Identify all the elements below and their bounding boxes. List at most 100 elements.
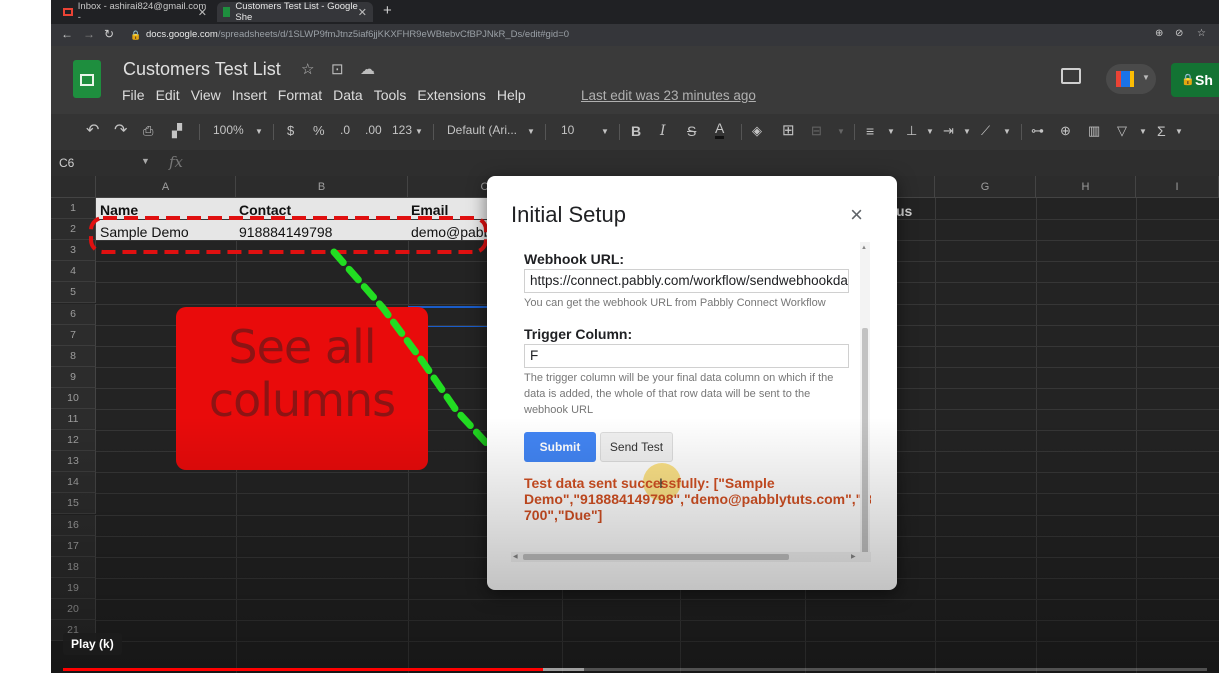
cell-b1[interactable]: Contact: [239, 202, 291, 218]
row-header[interactable]: 7: [51, 324, 96, 346]
share-button[interactable]: 🔒 Sh: [1171, 63, 1219, 97]
zoom-icon[interactable]: ⊕: [1155, 28, 1163, 39]
meet-button[interactable]: ▼: [1106, 64, 1156, 94]
submit-button[interactable]: Submit: [524, 432, 596, 462]
undo-icon[interactable]: ↶: [86, 120, 99, 140]
merge-cells-icon[interactable]: ⊟: [811, 123, 822, 139]
url-field[interactable]: docs.google.com/spreadsheets/d/1SLWP9fmJ…: [146, 29, 569, 40]
horizontal-scrollbar[interactable]: ◀ ▶: [511, 552, 871, 562]
row-header[interactable]: 16: [51, 514, 96, 536]
tab-sheets[interactable]: Customers Test List - Google She ✕: [217, 1, 373, 23]
borders-icon[interactable]: ⊞: [782, 121, 795, 139]
video-progress-bar[interactable]: [63, 668, 1207, 671]
functions-icon[interactable]: Σ: [1157, 123, 1166, 139]
text-color-button[interactable]: A: [715, 120, 725, 139]
scroll-left-icon[interactable]: ◀: [513, 553, 518, 560]
strikethrough-button[interactable]: S: [687, 123, 696, 139]
row-header[interactable]: 9: [51, 366, 96, 388]
cell-a1[interactable]: Name: [100, 202, 138, 218]
menu-file[interactable]: File: [122, 87, 145, 103]
paint-format-icon[interactable]: ▞: [172, 123, 182, 139]
print-icon[interactable]: ⎙: [143, 123, 153, 139]
zoom-select[interactable]: 100%: [213, 123, 244, 137]
lock-icon[interactable]: 🔒: [130, 30, 141, 41]
row-header[interactable]: 6: [51, 303, 96, 325]
column-header[interactable]: G: [935, 176, 1036, 198]
row-header[interactable]: 8: [51, 345, 96, 367]
row-header[interactable]: 19: [51, 577, 96, 599]
decrease-decimal-button[interactable]: .0: [340, 123, 350, 137]
scrollbar-thumb[interactable]: [862, 328, 868, 554]
menu-data[interactable]: Data: [333, 87, 363, 103]
menu-insert[interactable]: Insert: [232, 87, 267, 103]
row-header[interactable]: 18: [51, 556, 96, 578]
document-title[interactable]: Customers Test List: [123, 59, 281, 80]
text-rotation-icon[interactable]: ⟋: [981, 123, 990, 139]
text-wrap-icon[interactable]: ⇥: [943, 123, 954, 139]
insert-comment-icon[interactable]: ⊕: [1060, 123, 1071, 139]
menu-view[interactable]: View: [191, 87, 221, 103]
vertical-scrollbar[interactable]: ▲ ▼: [860, 242, 870, 562]
currency-format-button[interactable]: $: [287, 123, 294, 138]
scroll-up-icon[interactable]: ▲: [861, 245, 867, 251]
cell-b2[interactable]: 918884149798: [239, 224, 332, 240]
row-header[interactable]: 10: [51, 387, 96, 409]
close-tab-icon[interactable]: ✕: [198, 6, 207, 19]
bookmark-star-icon[interactable]: ☆: [1197, 28, 1206, 39]
align-vertical-icon[interactable]: ⊥: [906, 123, 917, 139]
select-all-corner[interactable]: [51, 176, 96, 198]
increase-decimal-button[interactable]: .00: [365, 123, 382, 137]
row-header[interactable]: 15: [51, 493, 96, 515]
menu-edit[interactable]: Edit: [156, 87, 180, 103]
cell-a2[interactable]: Sample Demo: [100, 224, 189, 240]
row-header[interactable]: 20: [51, 598, 96, 620]
sheets-logo-icon[interactable]: [73, 60, 101, 98]
close-tab-icon[interactable]: ✕: [358, 6, 367, 19]
cell-c1[interactable]: Email: [411, 202, 448, 218]
cloud-status-icon[interactable]: ☁: [360, 60, 375, 78]
column-header[interactable]: A: [96, 176, 236, 198]
row-header[interactable]: 12: [51, 430, 96, 452]
last-edit-link[interactable]: Last edit was 23 minutes ago: [581, 88, 756, 103]
menu-format[interactable]: Format: [278, 87, 322, 103]
italic-button[interactable]: I: [660, 123, 666, 139]
bold-button[interactable]: B: [631, 123, 641, 139]
column-header[interactable]: I: [1136, 176, 1219, 198]
more-formats-button[interactable]: 123: [392, 123, 412, 137]
font-select[interactable]: Default (Ari...: [447, 123, 517, 137]
send-test-button[interactable]: Send Test: [600, 432, 673, 462]
row-header[interactable]: 13: [51, 451, 96, 473]
menu-tools[interactable]: Tools: [374, 87, 407, 103]
row-header[interactable]: 11: [51, 409, 96, 431]
font-size-select[interactable]: 10: [561, 123, 574, 137]
row-header[interactable]: 17: [51, 535, 96, 557]
fill-color-icon[interactable]: ◈: [752, 123, 762, 139]
row-header[interactable]: 1: [51, 198, 96, 220]
row-header[interactable]: 4: [51, 261, 96, 283]
row-header[interactable]: 5: [51, 282, 96, 304]
row-header[interactable]: 3: [51, 240, 96, 262]
filter-icon[interactable]: ▽: [1117, 123, 1127, 139]
trigger-column-input[interactable]: F: [524, 344, 849, 368]
webhook-url-input[interactable]: https://connect.pabbly.com/workflow/send…: [524, 269, 849, 293]
close-icon[interactable]: ×: [850, 202, 863, 228]
new-tab-button[interactable]: +: [383, 2, 392, 19]
align-horizontal-icon[interactable]: ≡: [866, 123, 874, 139]
tab-gmail[interactable]: Inbox - ashirai824@gmail.com - ✕: [57, 1, 213, 23]
menu-help[interactable]: Help: [497, 87, 526, 103]
row-header[interactable]: 2: [51, 219, 96, 241]
column-header[interactable]: H: [1036, 176, 1136, 198]
menu-extensions[interactable]: Extensions: [417, 87, 485, 103]
back-icon[interactable]: ←: [61, 27, 73, 41]
name-box[interactable]: C6: [59, 156, 74, 170]
insert-chart-icon[interactable]: ▥: [1088, 123, 1100, 139]
star-icon[interactable]: ☆: [301, 60, 314, 78]
percent-format-button[interactable]: %: [313, 123, 325, 138]
column-header[interactable]: B: [236, 176, 408, 198]
insert-link-icon[interactable]: ⊶: [1031, 123, 1044, 139]
redo-icon[interactable]: ↷: [114, 120, 127, 140]
row-header[interactable]: 14: [51, 472, 96, 494]
scroll-right-icon[interactable]: ▶: [851, 553, 856, 560]
cell-f1[interactable]: us: [896, 203, 912, 219]
scrollbar-thumb[interactable]: [523, 554, 789, 560]
